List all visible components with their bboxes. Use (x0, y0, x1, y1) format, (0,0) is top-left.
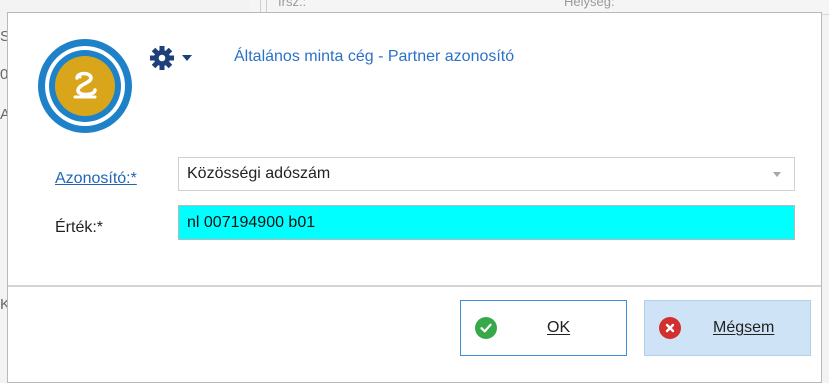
gear-icon (149, 45, 175, 71)
logo-snake (55, 56, 115, 116)
value-label: Érték:* (55, 219, 104, 236)
cancel-button-label: Mégsem (713, 319, 775, 336)
chevron-down-icon[interactable] (770, 167, 784, 181)
check-icon (475, 317, 497, 339)
logo-core (49, 50, 121, 122)
value-input[interactable] (178, 205, 795, 240)
snake-logo-icon (38, 39, 132, 133)
ok-button-label: OK (547, 319, 571, 336)
dialog-title: Általános minta cég - Partner azonosító (234, 48, 515, 65)
settings-dropdown-button[interactable] (149, 43, 209, 73)
partner-identifier-dialog: Általános minta cég - Partner azonosító … (7, 12, 822, 383)
close-icon (659, 317, 681, 339)
grid-column-helyseg: Helység: (564, 0, 615, 9)
caret-down-icon (181, 53, 193, 63)
identifier-label-link[interactable]: Azonosító:* (55, 170, 137, 188)
footer-divider (8, 285, 821, 287)
identifier-select[interactable]: Közösségi adószám (178, 157, 795, 191)
identifier-select-value: Közösségi adószám (187, 165, 331, 182)
cancel-button[interactable]: Mégsem (644, 300, 811, 356)
ok-button[interactable]: OK (460, 300, 627, 356)
grid-column-irsz: Irsz.: (278, 0, 307, 9)
